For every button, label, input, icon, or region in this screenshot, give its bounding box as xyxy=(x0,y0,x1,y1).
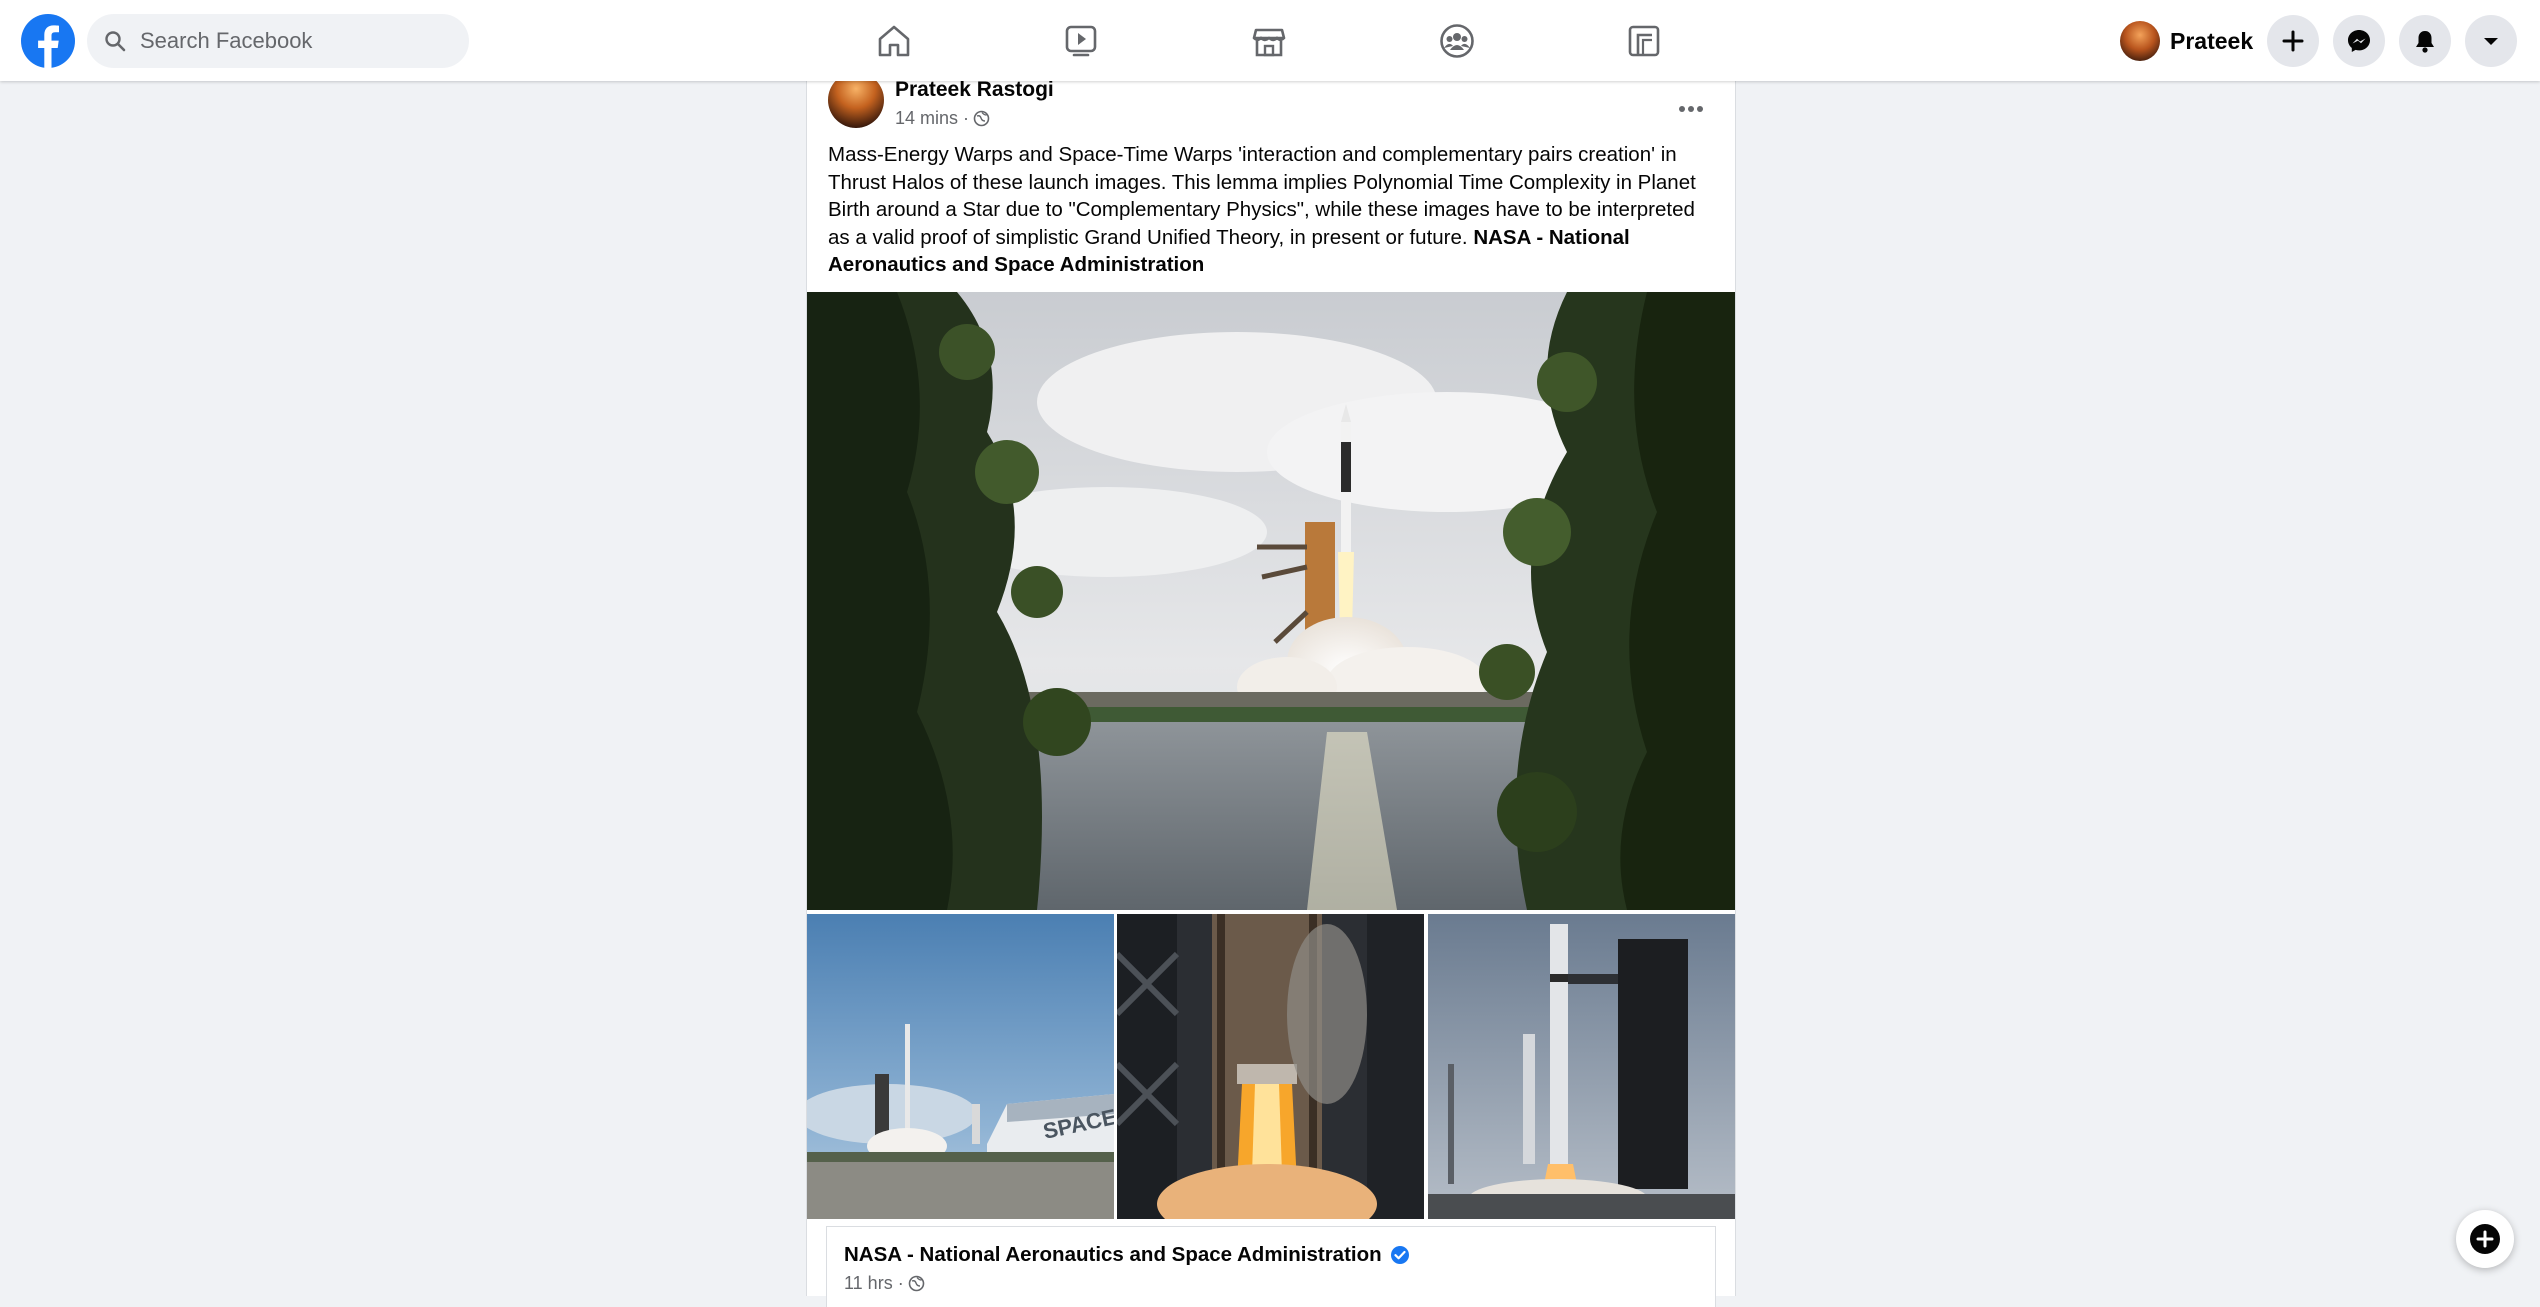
post-card: Prateek Rastogi 14 mins · Mass-Energy Wa… xyxy=(806,72,1736,1307)
post-photo-main[interactable] xyxy=(807,292,1735,910)
messenger-icon xyxy=(2348,30,2370,52)
rocket-launch-photo xyxy=(807,292,1735,910)
search-input[interactable] xyxy=(138,20,462,62)
post-text: Mass-Energy Warps and Space-Time Warps '… xyxy=(828,141,1718,279)
shared-page-name[interactable]: NASA - National Aeronautics and Space Ad… xyxy=(844,1243,1382,1267)
shared-post-meta: 11 hrs · xyxy=(844,1273,925,1294)
account-caret-icon xyxy=(2484,38,2498,45)
globe-icon xyxy=(973,110,990,127)
top-navigation-bar: Prateek xyxy=(0,0,2540,81)
spacex-launch-photo: SPACEX xyxy=(807,914,1114,1219)
verified-badge-icon xyxy=(1390,1246,1409,1264)
post-photo-thumb-2[interactable] xyxy=(1117,914,1424,1219)
globe-icon xyxy=(908,1275,924,1292)
post-author-name[interactable]: Prateek Rastogi xyxy=(895,78,1054,102)
profile-shortcut[interactable]: Prateek xyxy=(2120,20,2253,62)
home-icon xyxy=(878,25,910,57)
nav-home[interactable] xyxy=(834,10,954,72)
nav-gaming[interactable] xyxy=(1584,10,1704,72)
facebook-logo-icon[interactable] xyxy=(21,14,75,68)
more-options-icon xyxy=(1679,106,1703,112)
engine-ignition-photo xyxy=(1117,914,1424,1219)
post-meta: 14 mins · xyxy=(895,108,990,129)
create-button[interactable] xyxy=(2267,15,2319,67)
post-timestamp[interactable]: 14 mins · xyxy=(895,108,969,129)
messenger-button[interactable] xyxy=(2333,15,2385,67)
post-photo-thumb-3[interactable] xyxy=(1428,914,1735,1219)
nav-groups[interactable] xyxy=(1397,10,1517,72)
avatar xyxy=(2120,21,2160,61)
search-icon xyxy=(105,31,126,52)
nav-watch[interactable] xyxy=(1021,10,1141,72)
shared-page: NASA - National Aeronautics and Space Ad… xyxy=(844,1243,1410,1267)
notifications-bell-icon xyxy=(2416,31,2434,53)
gaming-icon xyxy=(1628,25,1660,57)
account-menu-button[interactable] xyxy=(2465,15,2517,67)
nav-marketplace[interactable] xyxy=(1209,10,1329,72)
create-plus-icon xyxy=(2282,30,2304,52)
post-options-button[interactable] xyxy=(1667,91,1715,127)
marketplace-icon xyxy=(1252,28,1286,57)
new-message-plus-icon xyxy=(2470,1224,2500,1254)
post-photo-thumb-1[interactable]: SPACEX xyxy=(807,914,1114,1219)
new-message-button[interactable] xyxy=(2456,1210,2514,1268)
search-bar[interactable] xyxy=(87,14,469,68)
shared-post-timestamp[interactable]: 11 hrs · xyxy=(844,1273,904,1294)
launch-tower-photo xyxy=(1428,914,1735,1219)
groups-icon xyxy=(1440,24,1474,58)
watch-video-icon xyxy=(1065,25,1097,57)
notifications-button[interactable] xyxy=(2399,15,2451,67)
shared-post-header: NASA - National Aeronautics and Space Ad… xyxy=(826,1226,1716,1307)
profile-name: Prateek xyxy=(2170,27,2254,54)
